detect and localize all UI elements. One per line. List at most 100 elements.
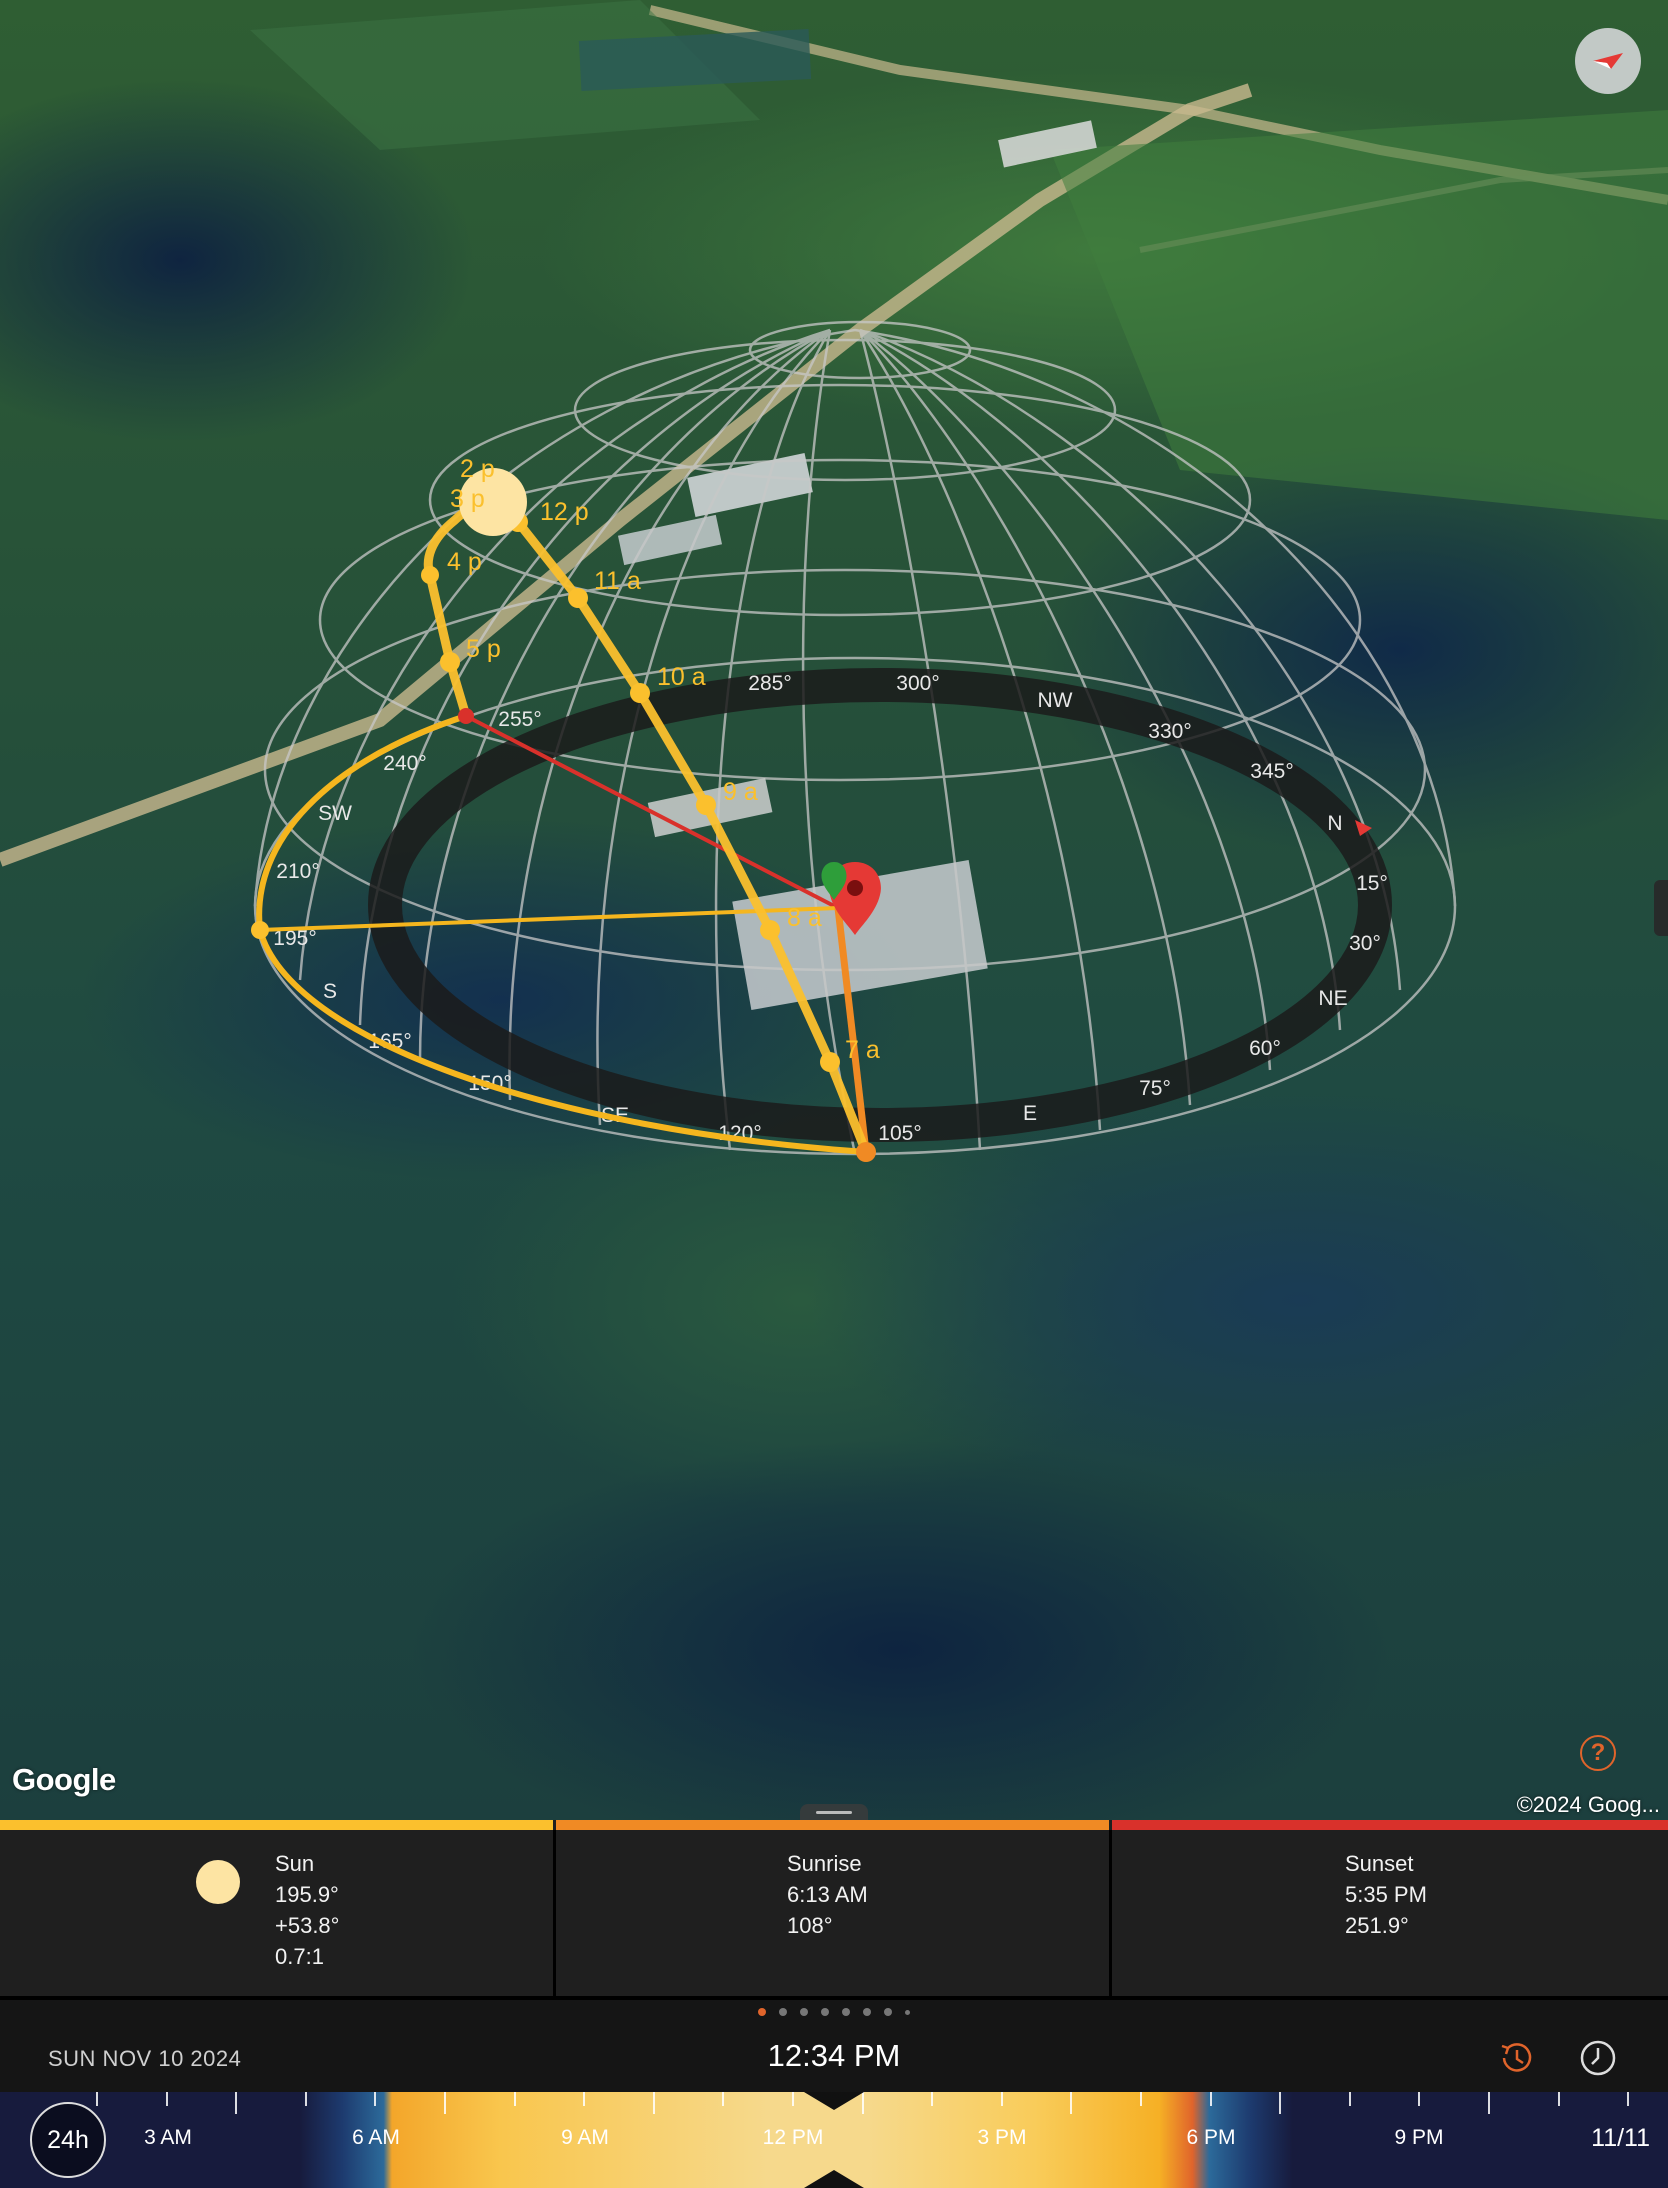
satellite-map[interactable]: 285° 300° NW 330° 345° N 15° 30° NE 60° … [0,0,1668,1820]
timeline-tick [1209,2092,1212,2106]
sun-azimuth: 195.9° [275,1882,339,1907]
ring-label: S [323,980,337,1003]
timeline-tick [165,2092,168,2106]
timeline-tick [513,2092,516,2106]
ring-label: 15° [1356,872,1388,895]
timeline-tick [304,2092,307,2106]
ring-label: NW [1038,689,1073,712]
compass-button[interactable] [1575,28,1641,94]
history-clock-icon [1501,2043,1532,2072]
timeline-tick [583,2092,586,2106]
google-logo: Google [12,1762,116,1797]
timeline-tick [652,2092,655,2114]
sun-icon [196,1860,240,1904]
compass-arrow-icon [1593,53,1623,69]
timeline-label: 3 AM [144,2126,192,2149]
mode-24h-button[interactable]: 24h [30,2102,106,2178]
panel-drag-handle[interactable] [800,1804,868,1820]
timeline-label: 6 PM [1186,2126,1236,2149]
page-dot[interactable] [905,2009,910,2015]
sun-time-label: 8 a [787,904,822,932]
timeline-tick [1557,2092,1560,2106]
sun-elevation: +53.8° [275,1913,340,1938]
clock-button[interactable] [1578,2038,1618,2078]
time-slider[interactable]: 24h 3 AM 6 AM 9 AM 12 PM 3 PM 6 PM 9 PM … [0,2092,1668,2188]
timeline-tick [1070,2092,1073,2114]
timeline-tick [792,2092,794,2106]
ring-label: 285° [748,672,791,695]
sun-time-label: 10 a [657,663,706,691]
timeline-tick [1418,2092,1421,2106]
sun-time-label: 4 p [447,548,482,576]
current-time[interactable]: 12:34 PM [0,2038,1668,2074]
page-indicator[interactable] [0,2000,1668,2024]
page-dot[interactable] [779,2008,787,2016]
page-dot[interactable] [884,2008,892,2016]
timeline-label: 3 PM [977,2126,1027,2149]
sunrise-color-bar [556,1820,1109,1830]
sun-title: Sun [275,1851,315,1876]
time-indicator-bottom-icon [804,2170,864,2188]
sunrise-title: Sunrise [787,1851,862,1876]
ring-label: 210° [276,860,319,883]
timeline-label: 12 PM [762,2126,824,2149]
timeline-tick [1348,2092,1351,2106]
sun-card[interactable]: Sun 195.9° +53.8° 0.7:1 [0,1830,553,1996]
ring-label: 105° [878,1122,921,1145]
sunset-azimuth: 251.9° [1345,1913,1409,1938]
ring-label: NE [1318,987,1347,1010]
sun-time-label: 2 p [460,455,495,483]
help-button[interactable]: ? [1580,1735,1616,1771]
page-dot[interactable] [758,2008,766,2016]
sun-time-label: 5 p [466,635,501,663]
map-copyright[interactable]: ©2024 Goog... [1517,1792,1660,1818]
timeline-label: 9 AM [561,2126,609,2149]
page-dot[interactable] [863,2008,871,2016]
ring-label: E [1023,1102,1037,1125]
timeline-tick [931,2092,934,2106]
page-dot[interactable] [842,2008,850,2016]
timeline-tick [374,2092,377,2106]
sunrise-time: 6:13 AM [787,1882,868,1907]
ring-label: 75° [1139,1077,1171,1100]
timeline-tick [722,2092,725,2106]
ring-label: 255° [498,708,541,731]
page-dot[interactable] [800,2008,808,2016]
timeline-tick [444,2092,446,2114]
ring-label: 240° [383,752,426,775]
sunset-time: 5:35 PM [1345,1882,1427,1907]
timeline-tick [1279,2092,1282,2114]
sunrise-card[interactable]: Sunrise 6:13 AM 108° [556,1830,1109,1996]
sun-path-diagram: 285° 300° NW 330° 345° N 15° 30° NE 60° … [251,320,1457,1162]
date-time-bar: SUN NOV 10 2024 12:34 PM [0,2024,1668,2092]
sun-color-bar [0,1820,553,1830]
ring-label: N [1327,812,1342,835]
ring-label: 30° [1349,932,1381,955]
ring-label: 300° [896,672,939,695]
page-dot[interactable] [821,2008,829,2016]
sun-time-label: 9 a [723,778,758,806]
timeline-tick [1627,2092,1630,2106]
timeline-tick [96,2092,98,2106]
time-indicator-top-icon [804,2092,864,2110]
sun-time-label: 3 p [450,485,485,513]
history-button[interactable] [1496,2038,1536,2078]
ring-label: SW [318,802,352,825]
timeline-tick [235,2092,238,2114]
timeline-tick [1488,2092,1490,2114]
sunset-color-bar [1112,1820,1668,1830]
sunset-card[interactable]: Sunset 5:35 PM 251.9° [1112,1830,1668,1996]
timeline-tick [1140,2092,1142,2106]
sunrise-azimuth: 108° [787,1913,833,1938]
ring-label: 345° [1250,760,1293,783]
sun-time-label: 12 p [540,498,589,526]
next-date-label[interactable]: 11/11 [1591,2124,1650,2153]
clock-icon [1580,2040,1616,2076]
sun-time-label: 7 a [845,1036,880,1064]
ring-label: 60° [1249,1037,1281,1060]
sun-time-label: 11 a [594,567,641,595]
side-panel-tab[interactable] [1654,880,1668,936]
sunset-title: Sunset [1345,1851,1414,1876]
timeline-label: 9 PM [1394,2126,1444,2149]
ring-label: 330° [1148,720,1191,743]
